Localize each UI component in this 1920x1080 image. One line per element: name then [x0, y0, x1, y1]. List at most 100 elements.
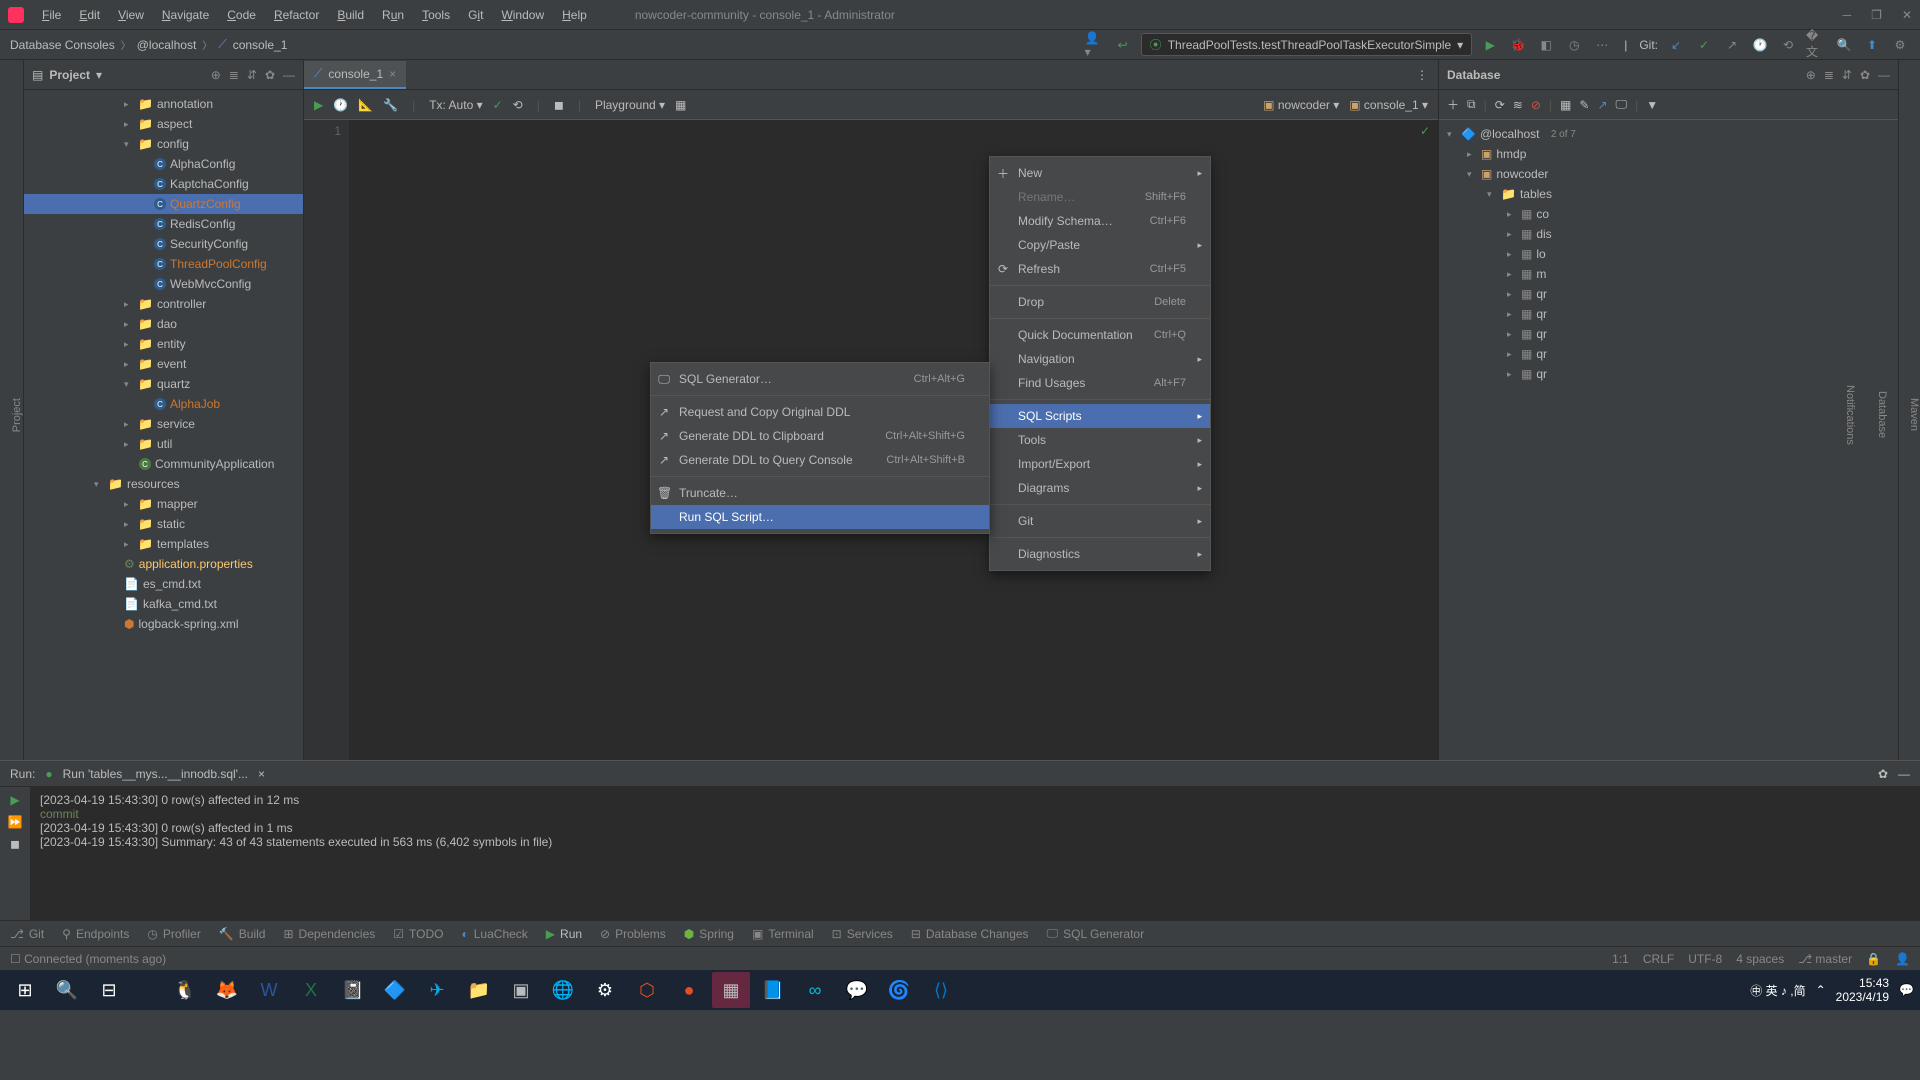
notification-icon[interactable]: 💬 [1899, 983, 1914, 997]
filter-icon[interactable]: ▼ [1646, 98, 1658, 112]
inspection-ok-icon[interactable]: ✓ [1420, 124, 1430, 138]
firefox-icon[interactable]: 🦊 [208, 972, 246, 1008]
menu-code[interactable]: Code [219, 5, 264, 25]
menu-ddl-clipboard[interactable]: ↗Generate DDL to ClipboardCtrl+Alt+Shift… [651, 424, 989, 448]
tree-folder[interactable]: service [157, 417, 195, 431]
menu-navigation[interactable]: Navigation▸ [990, 347, 1210, 371]
translate-icon[interactable]: �文 [1806, 35, 1826, 55]
notifications-tool-button[interactable]: Notifications [1844, 385, 1856, 445]
menu-refresh[interactable]: ⟳RefreshCtrl+F5 [990, 257, 1210, 281]
endpoints-tab[interactable]: ⚲Endpoints [62, 927, 129, 941]
todo-tab[interactable]: ☑TODO [393, 927, 443, 941]
chrome-icon[interactable]: 🌐 [544, 972, 582, 1008]
edit-icon[interactable]: ✎ [1579, 98, 1589, 112]
menu-drop[interactable]: DropDelete [990, 290, 1210, 314]
rollback-icon[interactable]: ⟲ [513, 98, 523, 112]
git-branch[interactable]: ⎇ master [1798, 952, 1852, 966]
hide-icon[interactable]: — [1878, 68, 1890, 82]
disconnect-icon[interactable]: ⊘ [1531, 98, 1541, 112]
settings-icon[interactable]: ⚙ [586, 972, 624, 1008]
ime-indicator[interactable]: ㊥ 英 ♪ ,简 [1750, 982, 1805, 999]
git-revert-icon[interactable]: ⟲ [1778, 35, 1798, 55]
tree-class[interactable]: RedisConfig [170, 217, 235, 231]
menu-truncate[interactable]: 🗑Truncate… [651, 481, 989, 505]
view-icon[interactable]: ▦ [675, 98, 686, 112]
tx-mode[interactable]: Tx: Auto ▾ [429, 98, 482, 112]
git-pull-icon[interactable]: ↙ [1666, 35, 1686, 55]
menu-file[interactable]: File [34, 5, 69, 25]
search-icon[interactable]: 🔍 [1834, 35, 1854, 55]
project-view-dropdown[interactable]: ▾ [96, 68, 102, 82]
db-table[interactable]: qr [1536, 347, 1547, 361]
menu-navigate[interactable]: Navigate [154, 5, 217, 25]
tree-file[interactable]: kafka_cmd.txt [143, 597, 217, 611]
menu-diagnostics[interactable]: Diagnostics▸ [990, 542, 1210, 566]
tree-folder[interactable]: event [157, 357, 186, 371]
cancel-icon[interactable]: ◼ [554, 98, 564, 112]
app-icon[interactable]: ∞ [796, 972, 834, 1008]
debug-icon[interactable]: 🐞 [1508, 35, 1528, 55]
spring-tab[interactable]: ⬢Spring [684, 927, 734, 941]
menu-diagrams[interactable]: Diagrams▸ [990, 476, 1210, 500]
start-icon[interactable]: ⊞ [6, 972, 44, 1008]
close-icon[interactable]: ✕ [1902, 8, 1912, 22]
more-icon[interactable]: ⋯ [1592, 35, 1612, 55]
tree-folder[interactable]: static [157, 517, 185, 531]
editor-tab[interactable]: ⟋ console_1 × [304, 61, 406, 89]
tree-file[interactable]: logback-spring.xml [138, 617, 238, 631]
tree-folder[interactable]: mapper [157, 497, 198, 511]
db-table[interactable]: qr [1536, 367, 1547, 381]
tree-class[interactable]: ThreadPoolConfig [170, 257, 267, 271]
tree-folder[interactable]: util [157, 437, 172, 451]
cmd-icon[interactable]: ▣ [502, 972, 540, 1008]
cursor-pos[interactable]: 1:1 [1612, 952, 1629, 966]
session-selector[interactable]: ▣ console_1 ▾ [1349, 98, 1428, 112]
problems-tab[interactable]: ⊘Problems [600, 927, 666, 941]
minimize-icon[interactable]: ─ [1843, 8, 1852, 22]
wechat-icon[interactable]: 💬 [838, 972, 876, 1008]
settings-icon[interactable]: ✿ [1860, 68, 1870, 82]
intellij-icon[interactable]: ▦ [712, 972, 750, 1008]
close-run-tab-icon[interactable]: × [258, 767, 265, 781]
tree-folder[interactable]: aspect [157, 117, 192, 131]
db-table[interactable]: lo [1536, 247, 1545, 261]
project-tool-button[interactable]: Project [11, 398, 23, 432]
database-tool-button[interactable]: Database [1876, 391, 1888, 438]
tree-folder[interactable]: dao [157, 317, 177, 331]
maven-tool-button[interactable]: Maven [1908, 398, 1920, 431]
menu-tools[interactable]: Tools [414, 5, 458, 25]
duplicate-icon[interactable]: ⧉ [1467, 97, 1476, 112]
menu-request-ddl[interactable]: ↗Request and Copy Original DDL [651, 400, 989, 424]
task-view-icon[interactable]: ⊟ [90, 972, 128, 1008]
db-table[interactable]: co [1536, 207, 1549, 221]
back-icon[interactable]: ↩ [1113, 35, 1133, 55]
encoding[interactable]: UTF-8 [1688, 952, 1722, 966]
explorer-icon[interactable]: 📁 [460, 972, 498, 1008]
hide-run-icon[interactable]: — [1898, 767, 1910, 781]
app-icon[interactable]: 📘 [754, 972, 792, 1008]
git-tab[interactable]: ⎇Git [10, 927, 44, 941]
tree-folder[interactable]: annotation [157, 97, 213, 111]
db-schema[interactable]: hmdp [1496, 147, 1526, 161]
table-icon[interactable]: ▦ [1560, 98, 1571, 112]
tree-class[interactable]: WebMvcConfig [170, 277, 251, 291]
run-output[interactable]: [2023-04-19 15:43:30] 0 row(s) affected … [30, 787, 1920, 920]
db-schema[interactable]: nowcoder [1496, 167, 1548, 181]
app-icon[interactable]: ✈ [418, 972, 456, 1008]
stop-icon[interactable]: ≋ [1513, 98, 1523, 112]
menu-run[interactable]: Run [374, 5, 412, 25]
maximize-icon[interactable]: ❐ [1871, 8, 1882, 22]
rerun-icon[interactable]: ▶ [10, 793, 19, 807]
vscode-icon[interactable]: ⟨⟩ [922, 972, 960, 1008]
word-icon[interactable]: W [250, 972, 288, 1008]
run-config-selector[interactable]: ⦿ ThreadPoolTests.testThreadPoolTaskExec… [1141, 33, 1473, 56]
menu-quick-doc[interactable]: Quick DocumentationCtrl+Q [990, 323, 1210, 347]
run-icon[interactable]: ▶ [1480, 35, 1500, 55]
stop-icon[interactable]: ◼ [10, 837, 20, 851]
tree-folder[interactable]: resources [127, 477, 180, 491]
explain-icon[interactable]: 📐 [358, 98, 373, 112]
run-tab[interactable]: Run 'tables__mys...__innodb.sql'... [63, 767, 248, 781]
terminal-tab[interactable]: ▣Terminal [752, 927, 814, 941]
tree-file[interactable]: application.properties [139, 557, 253, 571]
menu-sql-scripts[interactable]: SQL Scripts▸ [990, 404, 1210, 428]
